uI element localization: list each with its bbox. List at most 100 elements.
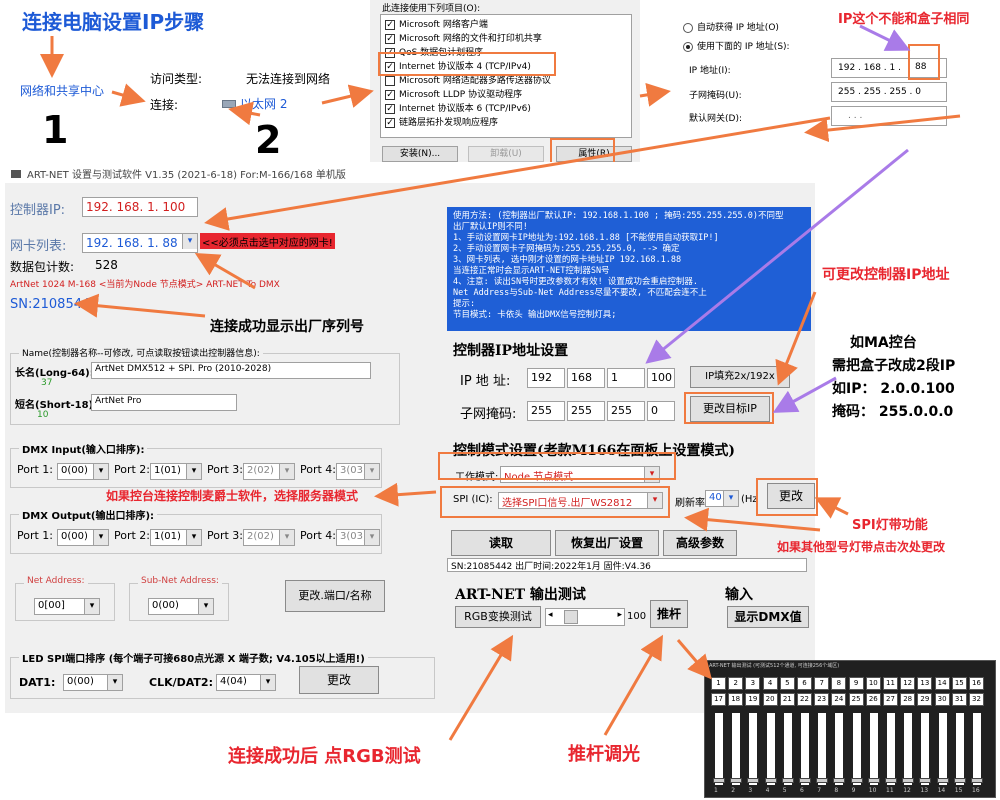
change-port-name-button[interactable]: 更改.端口/名称 (285, 580, 385, 612)
channel-button[interactable]: 24 (831, 693, 847, 706)
channel-button[interactable]: 23 (814, 693, 830, 706)
fader-knob[interactable] (850, 778, 863, 783)
test-slider[interactable]: ◂ ▸ (545, 608, 625, 626)
channel-button[interactable]: 8 (831, 677, 847, 690)
in-port4-select[interactable]: 3(03) (336, 463, 380, 480)
read-button[interactable]: 读取 (451, 530, 551, 556)
fader-knob[interactable] (936, 778, 949, 783)
list-item[interactable]: ✓ Microsoft 网络客户端 (385, 17, 488, 30)
channel-button[interactable]: 31 (951, 693, 967, 706)
in-port1-select[interactable]: 0(00) (57, 463, 109, 480)
subnet-address-select[interactable]: 0(00) (148, 598, 214, 615)
channel-button[interactable]: 4 (762, 677, 778, 690)
channel-fader[interactable] (833, 713, 846, 785)
target-mask-octet-4[interactable]: 0 (647, 401, 675, 421)
refresh-rate-select[interactable]: 40 (705, 490, 739, 507)
fader-knob[interactable] (764, 778, 777, 783)
out-port2-select[interactable]: 1(01) (150, 529, 202, 546)
checkbox-icon[interactable]: ✓ (385, 33, 395, 44)
fader-knob[interactable] (919, 778, 932, 783)
channel-fader[interactable] (902, 713, 915, 785)
network-center-link[interactable]: 网络和共享中心 (20, 82, 104, 99)
in-port3-select[interactable]: 2(02) (243, 463, 295, 480)
channel-button[interactable]: 28 (900, 693, 916, 706)
short-name-input[interactable]: ArtNet Pro (91, 394, 237, 411)
list-item[interactable]: ✓ Microsoft 网络的文件和打印机共享 (385, 31, 542, 44)
channel-button[interactable]: 29 (917, 693, 933, 706)
fader-knob[interactable] (902, 778, 915, 783)
slider-thumb[interactable] (564, 610, 578, 624)
fader-knob[interactable] (781, 778, 794, 783)
clk-dat2-select[interactable]: 4(04) (216, 674, 276, 691)
list-item[interactable]: ✓ 链路层拓扑发现响应程序 (385, 115, 498, 128)
fader-knob[interactable] (971, 778, 983, 783)
target-mask-octet-2[interactable]: 255 (567, 401, 605, 421)
install-button[interactable]: 安装(N)... (382, 146, 458, 162)
slider-right-arrow-icon[interactable]: ▸ (617, 610, 622, 620)
checkbox-icon[interactable]: ✓ (385, 117, 395, 128)
channel-button[interactable]: 7 (814, 677, 830, 690)
channel-button[interactable]: 20 (762, 693, 778, 706)
uninstall-button[interactable]: 卸载(U) (468, 146, 544, 162)
checkbox-icon[interactable]: ✓ (385, 89, 395, 100)
checkbox-icon[interactable] (385, 75, 395, 86)
channel-button[interactable]: 27 (883, 693, 898, 706)
fader-knob[interactable] (747, 778, 760, 783)
channel-fader[interactable] (816, 713, 829, 785)
channel-fader[interactable] (936, 713, 949, 785)
ip-fill-button[interactable]: IP填充2x/192x (690, 366, 790, 388)
channel-fader[interactable] (747, 713, 760, 785)
target-mask-octet-3[interactable]: 255 (607, 401, 645, 421)
channel-button[interactable]: 22 (797, 693, 812, 706)
channel-button[interactable]: 19 (745, 693, 761, 706)
show-dmx-button[interactable]: 显示DMX值 (727, 606, 809, 628)
target-ip-octet-1[interactable]: 192 (527, 368, 565, 388)
channel-button[interactable]: 26 (865, 693, 881, 706)
channel-fader[interactable] (799, 713, 811, 785)
ethernet-link[interactable]: 以太网 2 (222, 95, 287, 112)
channel-button[interactable]: 1 (711, 677, 726, 690)
channel-button[interactable]: 16 (969, 677, 984, 690)
out-port3-select[interactable]: 2(02) (243, 529, 295, 546)
dat1-select[interactable]: 0(00) (63, 674, 123, 691)
manual-ip-radio[interactable]: 使用下面的 IP 地址(S): (683, 39, 790, 52)
list-item[interactable]: ✓ Microsoft LLDP 协议驱动程序 (385, 87, 522, 100)
checkbox-icon[interactable]: ✓ (385, 19, 395, 30)
fader-knob[interactable] (833, 778, 846, 783)
fader-button[interactable]: 推杆 (650, 600, 688, 628)
channel-button[interactable]: 32 (969, 693, 984, 706)
slider-left-arrow-icon[interactable]: ◂ (548, 610, 553, 620)
fader-knob[interactable] (730, 778, 743, 783)
long-name-input[interactable]: ArtNet DMX512 + SPI. Pro (2010-2028) (91, 362, 371, 379)
channel-button[interactable]: 15 (951, 677, 967, 690)
channel-button[interactable]: 30 (934, 693, 950, 706)
radio-icon[interactable] (683, 41, 693, 52)
channel-button[interactable]: 11 (883, 677, 898, 690)
target-ip-octet-2[interactable]: 168 (567, 368, 605, 388)
channel-fader[interactable] (885, 713, 897, 785)
fader-knob[interactable] (816, 778, 829, 783)
list-item[interactable]: ✓ Internet 协议版本 6 (TCP/IPv6) (385, 101, 531, 114)
channel-button[interactable]: 10 (865, 677, 881, 690)
channel-button[interactable]: 5 (779, 677, 795, 690)
fader-knob[interactable] (953, 778, 966, 783)
rgb-test-button[interactable]: RGB变换测试 (455, 606, 541, 628)
channel-button[interactable]: 12 (900, 677, 916, 690)
out-port1-select[interactable]: 0(00) (57, 529, 109, 546)
channel-fader[interactable] (850, 713, 863, 785)
channel-button[interactable]: 3 (745, 677, 761, 690)
in-port2-select[interactable]: 1(01) (150, 463, 202, 480)
target-mask-octet-1[interactable]: 255 (527, 401, 565, 421)
fader-knob[interactable] (713, 778, 725, 783)
fader-knob[interactable] (799, 778, 811, 783)
channel-fader[interactable] (919, 713, 932, 785)
channel-button[interactable]: 14 (934, 677, 950, 690)
nic-select[interactable]: 192. 168. 1. 88 (82, 233, 198, 253)
radio-icon[interactable] (683, 22, 693, 33)
led-change-button[interactable]: 更改 (299, 666, 379, 694)
channel-fader[interactable] (867, 713, 880, 785)
target-ip-octet-3[interactable]: 1 (607, 368, 645, 388)
channel-button[interactable]: 25 (848, 693, 864, 706)
factory-reset-button[interactable]: 恢复出厂设置 (555, 530, 659, 556)
channel-fader[interactable] (764, 713, 777, 785)
